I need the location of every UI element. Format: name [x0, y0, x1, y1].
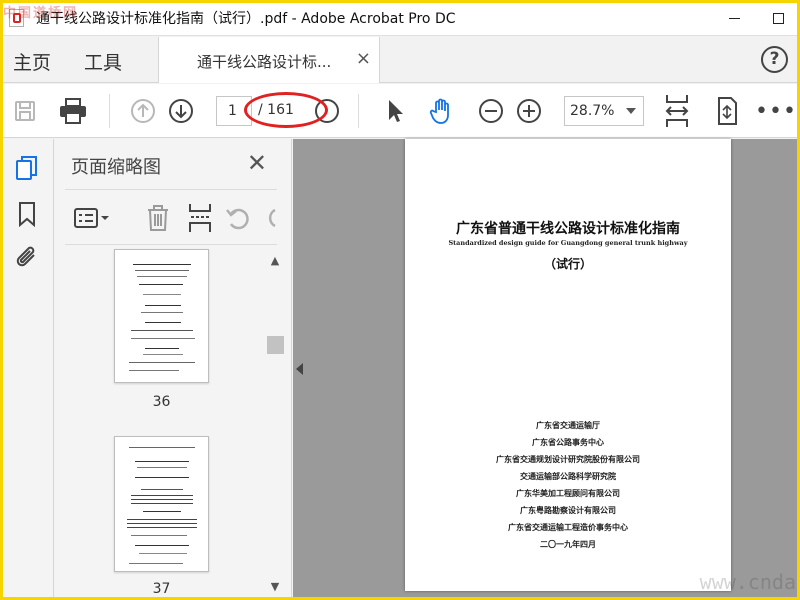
collapse-panel-icon[interactable] — [296, 363, 303, 375]
toolbar-separator — [109, 94, 110, 128]
organization-line: 广东华美加工程顾问有限公司 — [516, 488, 620, 498]
page-thumbnail[interactable] — [114, 436, 209, 572]
document-tab-label: 通干线公路设计标... — [197, 53, 332, 71]
page-thumbnails-icon[interactable] — [0, 149, 54, 189]
organization-line: 交通运输部公路科学研究院 — [520, 471, 616, 481]
panel-toolbar — [65, 189, 277, 245]
scroll-down-icon[interactable]: ▼ — [265, 580, 285, 596]
page-count-highlight-annotation — [244, 92, 328, 128]
rotate-left-icon[interactable] — [225, 202, 253, 234]
document-tab[interactable]: 通干线公路设计标... × — [158, 37, 380, 83]
organization-line: 广东省交通运输厅 — [536, 420, 600, 430]
toolbar-separator — [358, 94, 359, 128]
left-rail — [0, 139, 54, 600]
previous-page-icon[interactable] — [128, 84, 158, 138]
hand-tool-icon[interactable] — [424, 84, 460, 138]
fit-width-icon[interactable] — [662, 84, 692, 138]
print-icon[interactable] — [56, 84, 90, 138]
organization-line: 广东省公路事务中心 — [532, 437, 604, 447]
window-title: 通干线公路设计标准化指南（试行）.pdf - Adobe Acrobat Pro… — [36, 10, 456, 27]
help-icon[interactable]: ? — [761, 46, 788, 73]
close-tab-icon[interactable]: × — [356, 48, 371, 69]
more-options-icon[interactable]: ••• — [755, 84, 796, 138]
toolbar: 1 / 161 28.7% ••• — [0, 84, 800, 138]
full-screen-icon[interactable] — [712, 84, 742, 138]
thumbnail-options-icon[interactable] — [73, 202, 111, 234]
thumbnail-page-number: 37 — [152, 581, 171, 597]
title-bar: 通干线公路设计标准化指南（试行）.pdf - Adobe Acrobat Pro… — [0, 0, 800, 36]
tab-bar: 主页 工具 通干线公路设计标... × ? — [0, 37, 800, 83]
document-title: 广东省普通干线公路设计标准化指南 — [456, 221, 680, 237]
save-icon[interactable] — [10, 84, 40, 138]
select-cursor-icon[interactable] — [382, 84, 408, 138]
scroll-up-icon[interactable]: ▲ — [265, 254, 285, 270]
organization-line: 广东粤路勘察设计有限公司 — [520, 505, 616, 515]
page-thumbnail[interactable] — [114, 249, 209, 383]
minimize-button[interactable] — [712, 0, 756, 36]
watermark-bottom-right: www.cnda — [699, 570, 796, 594]
maximize-button[interactable] — [756, 0, 800, 36]
document-trial-label: （试行） — [543, 257, 592, 271]
scrollbar-thumb[interactable] — [267, 336, 284, 354]
organization-line: 广东省交通规划设计研究院股份有限公司 — [496, 454, 640, 464]
nav-tools[interactable]: 工具 — [84, 48, 122, 75]
insert-page-icon[interactable] — [187, 202, 213, 234]
chevron-down-icon — [626, 108, 636, 114]
thumbnails-scrollbar[interactable]: ▲ ▼ — [265, 250, 285, 600]
panel-title: 页面缩略图 — [71, 157, 161, 178]
next-page-icon[interactable] — [166, 84, 196, 138]
document-viewer[interactable]: 广东省普通干线公路设计标准化指南 Standardized design gui… — [293, 139, 800, 600]
thumbnail-page-number: 36 — [152, 394, 171, 410]
nav-home[interactable]: 主页 — [13, 48, 51, 75]
document-subtitle: Standardized design guide for Guangdong … — [448, 239, 688, 247]
zoom-value: 28.7% — [570, 103, 615, 119]
delete-page-icon[interactable] — [145, 202, 171, 234]
zoom-out-icon[interactable] — [476, 84, 506, 138]
attachment-icon[interactable] — [0, 237, 54, 277]
watermark-top-left: 中国道桥网 — [3, 6, 79, 21]
document-date: 二〇一九年四月 — [540, 539, 596, 549]
zoom-select[interactable]: 28.7% — [564, 96, 644, 126]
bookmark-icon[interactable] — [0, 194, 54, 234]
zoom-in-icon[interactable] — [514, 84, 544, 138]
close-icon[interactable]: ✕ — [247, 149, 267, 177]
organization-line: 广东省交通运输工程造价事务中心 — [508, 522, 628, 532]
thumbnails-panel: 页面缩略图 ✕ 36 37 ▲ ▼ — [55, 139, 292, 600]
rotate-right-icon[interactable] — [263, 202, 277, 234]
pdf-page: 广东省普通干线公路设计标准化指南 Standardized design gui… — [405, 139, 731, 591]
